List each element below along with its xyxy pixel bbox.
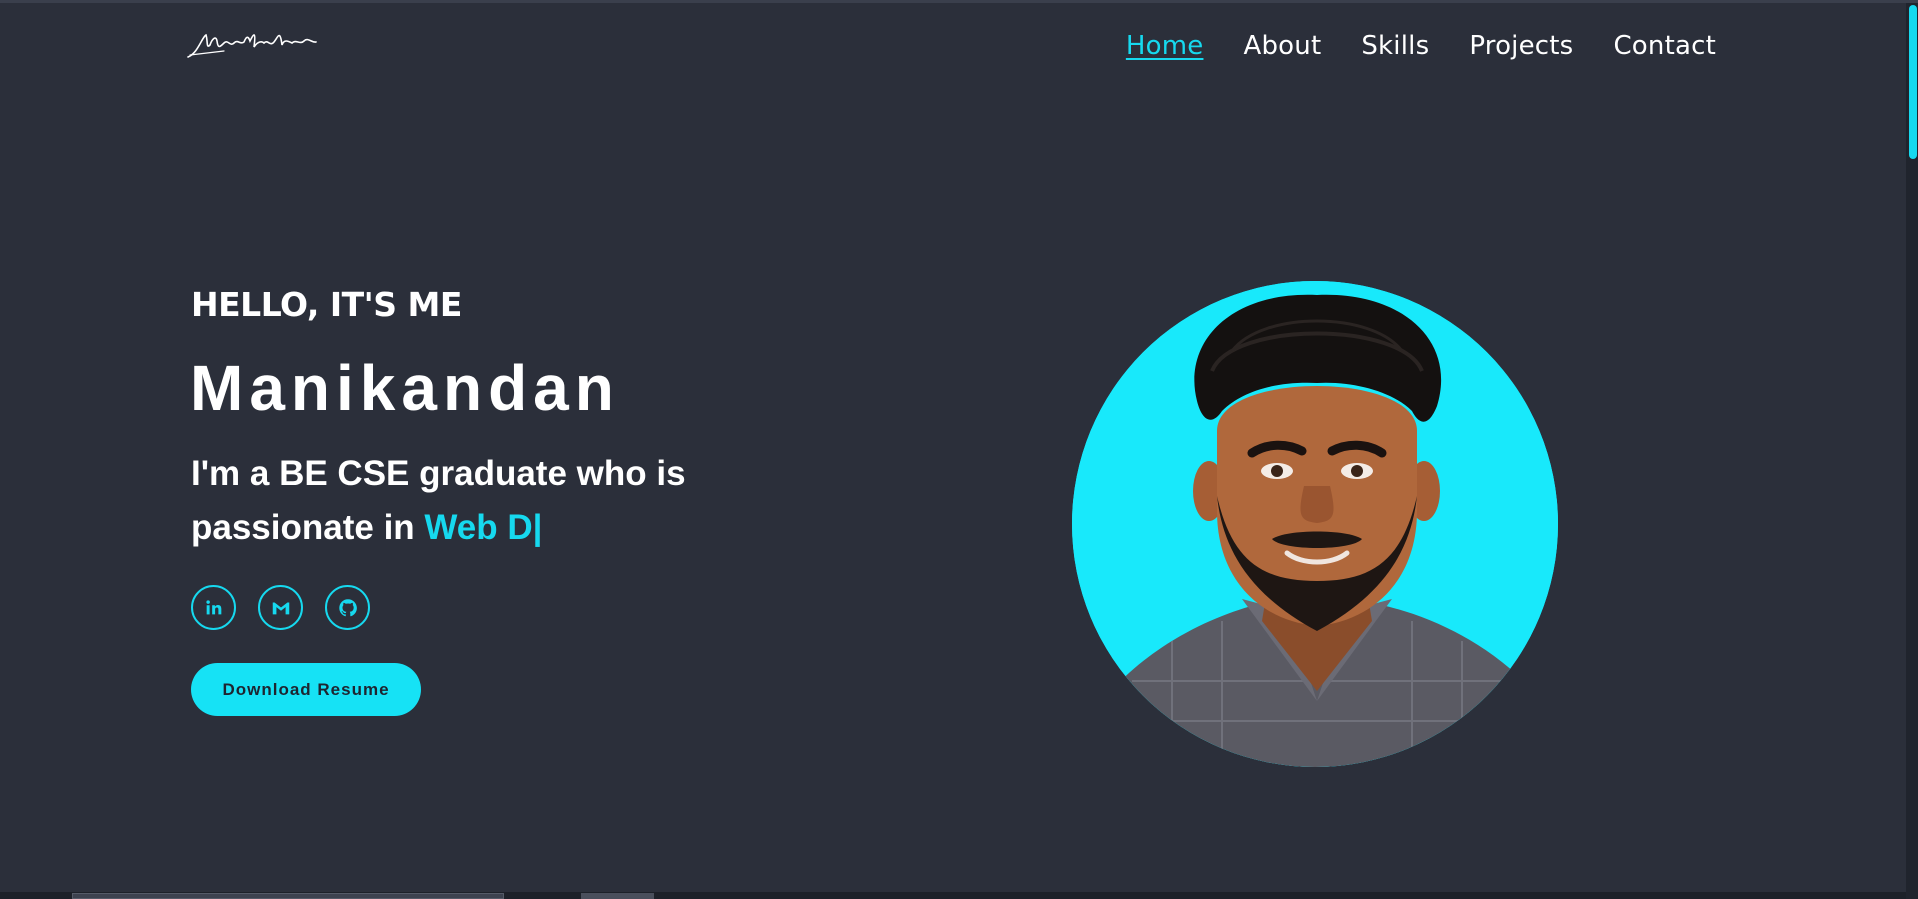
main-nav: Home About Skills Projects Contact [1126, 31, 1716, 61]
typed-text: Web D| [424, 508, 543, 547]
social-links [191, 585, 370, 630]
bottom-strip-tab [581, 893, 654, 899]
linkedin-icon [205, 599, 221, 614]
bottom-strip-panel [72, 893, 504, 899]
github-icon [338, 598, 357, 616]
nav-contact[interactable]: Contact [1613, 31, 1716, 61]
logo-signature-graphic [187, 33, 317, 58]
download-resume-button[interactable]: Download Resume [191, 663, 421, 716]
hero-tagline: I'm a BE CSE graduate who is passionate … [191, 447, 751, 555]
profile-portrait [1072, 281, 1558, 767]
page-scrollbar[interactable] [1906, 3, 1918, 899]
nav-skills[interactable]: Skills [1361, 31, 1429, 61]
gmail-link[interactable] [258, 585, 303, 630]
linkedin-link[interactable] [191, 585, 236, 630]
profile-portrait-illustration [1072, 281, 1558, 767]
gmail-icon [272, 602, 289, 614]
hero-greeting: HELLO, IT'S ME [191, 285, 462, 324]
nav-about[interactable]: About [1243, 31, 1321, 61]
github-link[interactable] [325, 585, 370, 630]
nav-home[interactable]: Home [1126, 31, 1204, 61]
logo-signature[interactable] [184, 27, 318, 63]
portfolio-page: Home About Skills Projects Contact HELLO… [0, 0, 1918, 899]
scrollbar-thumb[interactable] [1909, 5, 1917, 159]
nav-projects[interactable]: Projects [1469, 31, 1573, 61]
hero-name: Manikandan [190, 352, 620, 424]
